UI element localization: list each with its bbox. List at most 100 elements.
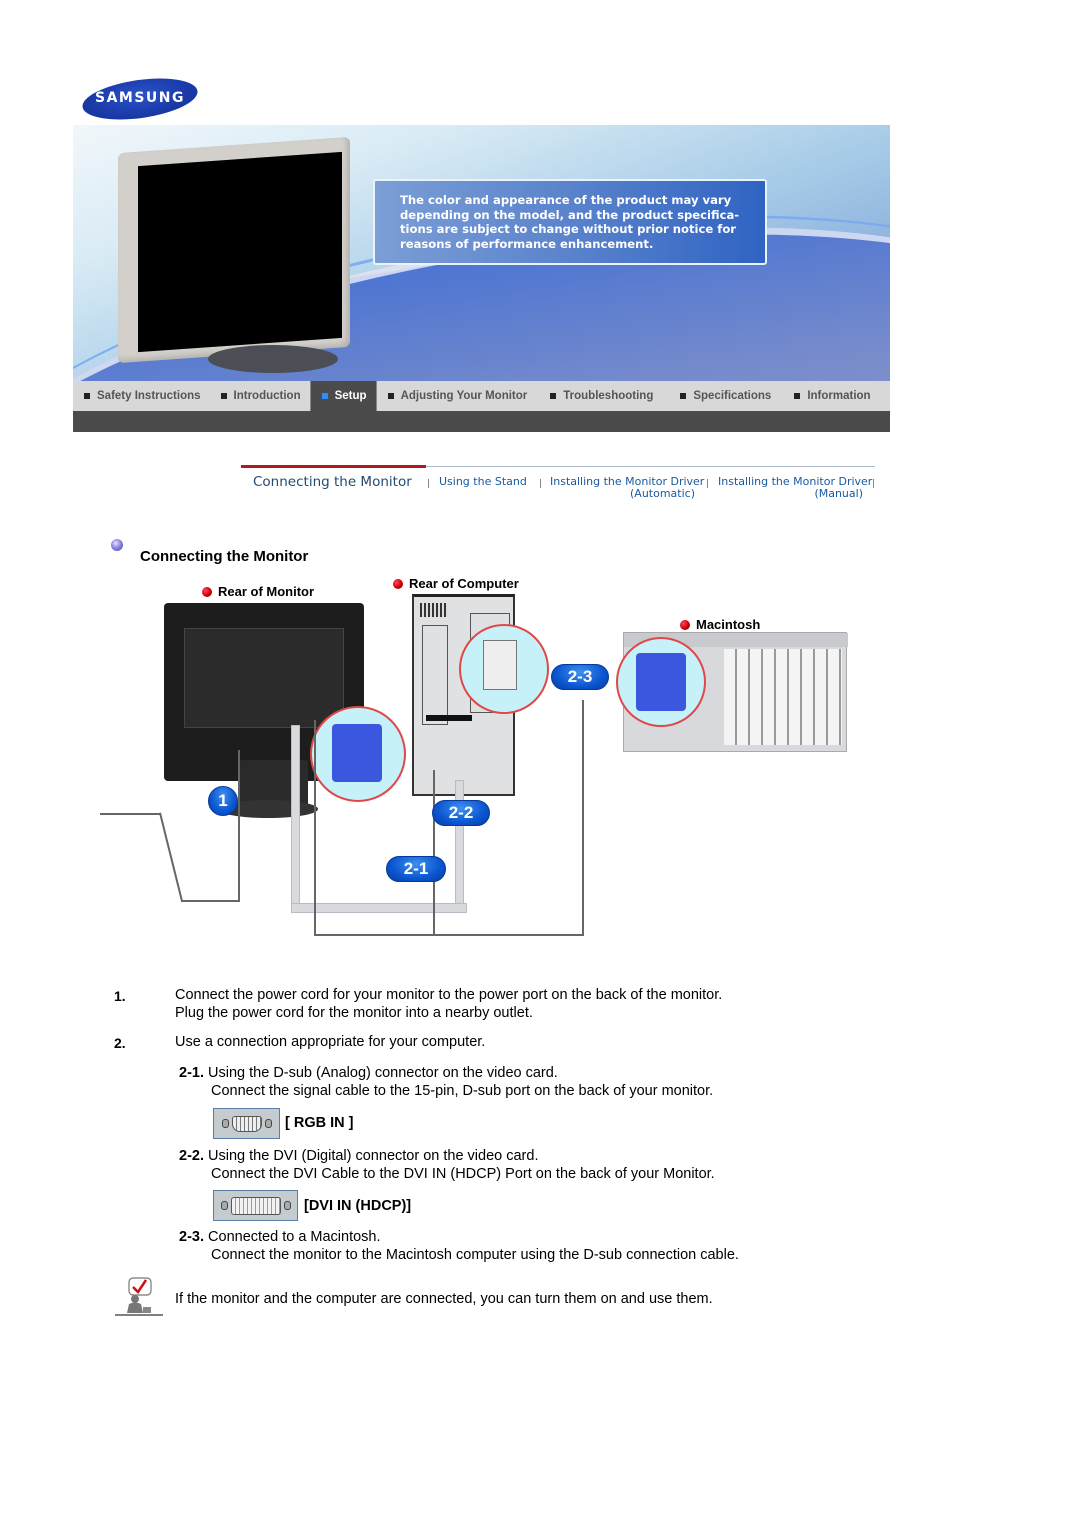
vga-port-icon xyxy=(213,1108,280,1139)
tower-vent xyxy=(420,603,448,617)
monitor-stand xyxy=(208,345,338,373)
nav-label: Information xyxy=(807,390,871,402)
section-title: Connecting the Monitor xyxy=(140,548,309,565)
step-2-number: 2. xyxy=(114,1035,126,1051)
badge-1: 1 xyxy=(208,786,238,816)
screw-icon xyxy=(220,1201,228,1210)
vga-connector-icon xyxy=(636,653,686,711)
substep-line-1: Using the DVI (Digital) connector on the… xyxy=(208,1148,539,1164)
badge-2-2: 2-2 xyxy=(432,800,490,826)
substep-line-1: Using the D-sub (Analog) connector on th… xyxy=(208,1065,558,1081)
nav-setup[interactable]: Setup xyxy=(309,381,377,411)
power-cord-bottom xyxy=(181,900,239,902)
screw-icon xyxy=(221,1119,229,1128)
substep-2-3: 2-3. Connected to a Macintosh. xyxy=(179,1228,381,1246)
subnav-separator xyxy=(540,479,541,488)
substep-line-1: Connected to a Macintosh. xyxy=(208,1229,381,1245)
label-text: Rear of Monitor xyxy=(218,584,315,599)
nav-troubleshooting[interactable]: Troubleshooting xyxy=(536,381,662,411)
substep-2-2-line-2: Connect the DVI Cable to the DVI IN (HDC… xyxy=(211,1166,715,1182)
red-dot-icon xyxy=(680,619,690,630)
subnav-connecting-the-monitor[interactable]: Connecting the Monitor xyxy=(253,475,412,489)
bullet-icon xyxy=(321,393,328,399)
bullet-icon xyxy=(387,393,394,399)
screw-icon xyxy=(283,1201,291,1210)
nav-label: Adjusting Your Monitor xyxy=(400,390,528,402)
macintosh-slots xyxy=(724,649,842,745)
substep-number: 2-1. xyxy=(179,1065,204,1081)
power-cord-outlet xyxy=(100,813,160,815)
badge-2-1: 2-1 xyxy=(386,856,446,882)
substep-2-2: 2-2. Using the DVI (Digital) connector o… xyxy=(179,1147,538,1165)
vga-socket-icon xyxy=(231,1115,262,1132)
vga-connector-closeup xyxy=(310,706,406,802)
nav-label: Introduction xyxy=(233,390,301,402)
connection-diagram: Rear of Monitor Rear of Computer Macinto… xyxy=(98,570,858,940)
power-cord-angled xyxy=(159,812,184,903)
step-1-number: 1. xyxy=(114,988,126,1004)
step-2-line-1: Use a connection appropriate for your co… xyxy=(175,1034,486,1050)
subnav-sublabel: (Manual) xyxy=(814,487,863,500)
vga-cable-bottom xyxy=(314,934,584,936)
nav-label: Troubleshooting xyxy=(563,390,654,402)
monitor-product-image xyxy=(118,136,353,373)
label-rear-of-monitor: Rear of Monitor xyxy=(202,584,314,599)
subnav-driver-automatic[interactable]: Installing the Monitor Driver (Automatic… xyxy=(550,476,704,500)
note-text: If the monitor and the computer are conn… xyxy=(175,1291,713,1307)
nav-information[interactable]: Information xyxy=(780,381,879,411)
subnav-separator xyxy=(707,479,708,488)
header-banner: The color and appearance of the product … xyxy=(73,125,890,381)
disclaimer-text: The color and appearance of the product … xyxy=(400,193,740,251)
main-nav: Safety Instructions Introduction Setup A… xyxy=(73,381,890,411)
logo-text: SAMSUNG xyxy=(94,90,185,106)
dvi-cable-horizontal xyxy=(291,903,467,913)
dvi-in-hdcp-label: [DVI IN (HDCP)] xyxy=(304,1198,412,1214)
mac-connector-closeup xyxy=(616,637,706,727)
red-dot-icon xyxy=(393,578,403,589)
sub-nav: Connecting the Monitor Using the Stand I… xyxy=(241,465,875,506)
subnav-separator xyxy=(428,479,429,488)
nav-label: Specifications xyxy=(693,390,772,402)
substep-2-3-line-2: Connect the monitor to the Macintosh com… xyxy=(211,1247,739,1263)
subnav-driver-manual[interactable]: Installing the Monitor Driver (Manual) xyxy=(718,476,872,500)
nav-underbar xyxy=(73,411,890,432)
bullet-icon xyxy=(794,393,801,399)
tower-io-panel xyxy=(422,625,448,725)
dvi-port-icon xyxy=(213,1190,298,1221)
subnav-using-the-stand[interactable]: Using the Stand xyxy=(439,476,527,488)
substep-2-1-line-2: Connect the signal cable to the 15-pin, … xyxy=(211,1083,714,1099)
label-text: Macintosh xyxy=(696,617,761,632)
samsung-logo: SAMSUNG xyxy=(79,72,201,126)
monitor-screen xyxy=(138,151,342,353)
nav-specifications[interactable]: Specifications xyxy=(662,381,780,411)
nav-label: Setup xyxy=(334,390,367,402)
subnav-separator xyxy=(873,479,874,488)
section-bullet-icon xyxy=(111,539,123,551)
active-tab-indicator xyxy=(241,465,426,468)
subnav-sublabel: (Automatic) xyxy=(630,487,695,500)
tower-slot xyxy=(426,715,472,721)
nav-adjusting-your-monitor[interactable]: Adjusting Your Monitor xyxy=(377,381,537,411)
checkmark-note-icon xyxy=(115,1277,163,1317)
nav-safety-instructions[interactable]: Safety Instructions xyxy=(73,381,210,411)
vga-cable-computer xyxy=(433,770,435,936)
vga-connector-icon xyxy=(332,724,382,782)
red-dot-icon xyxy=(202,586,212,597)
nav-introduction[interactable]: Introduction xyxy=(210,381,310,411)
vga-cable xyxy=(314,720,316,936)
step-1-line-1: Connect the power cord for your monitor … xyxy=(175,987,723,1003)
dvi-cable xyxy=(291,725,300,913)
substep-number: 2-3. xyxy=(179,1229,204,1245)
nav-label: Safety Instructions xyxy=(97,390,201,402)
label-text: Rear of Computer xyxy=(409,576,519,591)
bullet-icon xyxy=(84,393,90,399)
label-macintosh: Macintosh xyxy=(680,617,760,632)
rgb-in-label: [ RGB IN ] xyxy=(285,1115,354,1131)
monitor-vent-grille xyxy=(184,628,344,728)
substep-2-1: 2-1. Using the D-sub (Analog) connector … xyxy=(179,1064,558,1082)
disclaimer-notice: The color and appearance of the product … xyxy=(373,179,767,265)
mac-cable xyxy=(582,700,584,936)
power-cord xyxy=(238,750,240,902)
bullet-icon xyxy=(550,393,557,399)
dvi-socket-icon xyxy=(230,1196,281,1215)
